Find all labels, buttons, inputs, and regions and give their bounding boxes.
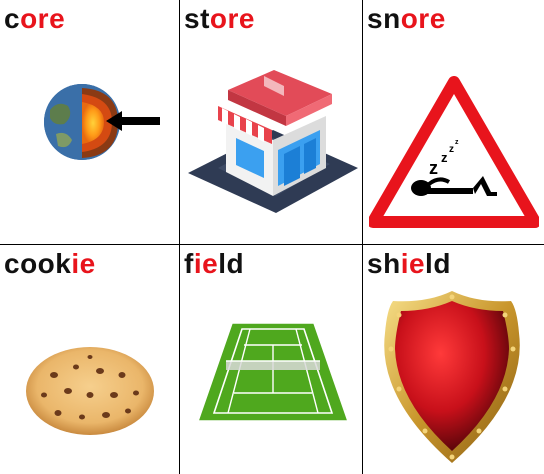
word-part: st bbox=[184, 3, 210, 34]
card-snore: snore z z z z bbox=[363, 0, 544, 244]
word-part: f bbox=[184, 248, 194, 279]
word-part: sh bbox=[367, 248, 401, 279]
card-word: shield bbox=[367, 247, 451, 281]
word-part: ld bbox=[218, 248, 245, 279]
card-word: field bbox=[184, 247, 244, 281]
word-part: ld bbox=[425, 248, 451, 279]
word-part-highlight: ore bbox=[209, 3, 255, 34]
card-word: cookie bbox=[4, 247, 96, 281]
word-part-highlight: ie bbox=[71, 248, 96, 279]
snoring-sign-icon: z z z z bbox=[369, 76, 539, 228]
tennis-field-icon bbox=[198, 323, 348, 421]
earth-core-icon bbox=[44, 84, 160, 160]
card-word: snore bbox=[367, 2, 446, 36]
svg-text:z: z bbox=[429, 158, 438, 178]
shield-icon bbox=[384, 291, 520, 463]
svg-text:z: z bbox=[455, 139, 459, 146]
svg-text:z: z bbox=[441, 150, 448, 165]
word-part-highlight: ore bbox=[400, 3, 446, 34]
word-part-highlight: ie bbox=[193, 248, 219, 279]
word-part: sn bbox=[367, 3, 401, 34]
card-cookie: cookie bbox=[0, 245, 179, 474]
word-part-highlight: ie bbox=[400, 248, 426, 279]
svg-text:z: z bbox=[449, 144, 454, 155]
word-part: c bbox=[4, 3, 21, 34]
card-core: core bbox=[0, 0, 179, 244]
word-part: cook bbox=[4, 248, 72, 279]
card-word: core bbox=[4, 2, 65, 36]
card-shield: shield bbox=[363, 245, 544, 474]
cookie-icon bbox=[26, 347, 154, 435]
word-card-grid: core store snore z z z z cookie field sh… bbox=[0, 0, 544, 474]
card-field: field bbox=[180, 245, 362, 474]
card-word: store bbox=[184, 2, 255, 36]
word-part-highlight: ore bbox=[20, 3, 66, 34]
card-store: store bbox=[180, 0, 362, 244]
shop-icon bbox=[188, 70, 358, 213]
